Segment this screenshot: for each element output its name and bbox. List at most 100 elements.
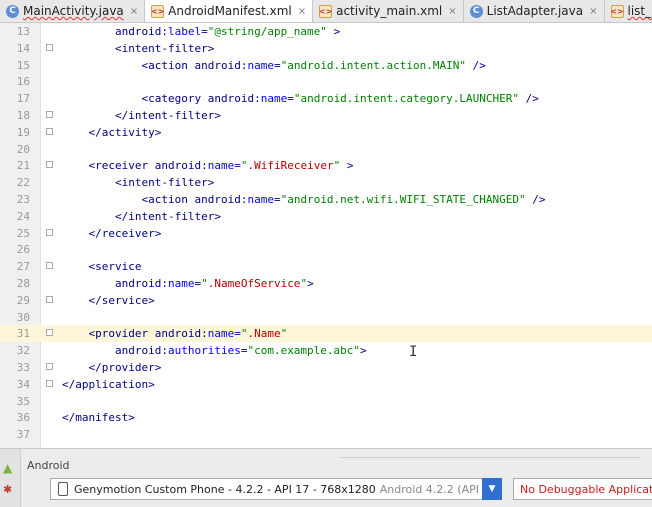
code-text: android:authorities="com.example.abc"> (62, 342, 367, 359)
close-tab-icon[interactable]: × (589, 6, 597, 17)
line-number: 14 (0, 40, 30, 57)
java-class-icon: C (470, 5, 483, 18)
code-text: <receiver android:name=".WifiReceiver" > (62, 157, 353, 174)
fold-marker-icon[interactable] (46, 363, 53, 370)
code-text: </activity> (62, 124, 161, 141)
code-text: </intent-filter> (62, 208, 221, 225)
panel-divider (340, 457, 640, 458)
editor-tab-bar: C MainActivity.java × <> AndroidManifest… (0, 0, 652, 23)
code-line[interactable]: 14 <intent-filter> (0, 40, 652, 57)
close-tab-icon[interactable]: × (298, 6, 306, 17)
code-line[interactable]: 27 <service (0, 258, 652, 275)
code-line[interactable]: 30 (0, 309, 652, 326)
fold-marker-icon[interactable] (46, 329, 53, 336)
fold-marker-icon[interactable] (46, 229, 53, 236)
line-number: 33 (0, 359, 30, 376)
tab-androidmanifest-xml[interactable]: <> AndroidManifest.xml × (145, 0, 313, 22)
code-line[interactable]: 21 <receiver android:name=".WifiReceiver… (0, 157, 652, 174)
code-line[interactable]: 24 </intent-filter> (0, 208, 652, 225)
fold-marker-icon[interactable] (46, 296, 53, 303)
code-line[interactable]: 13 android:label="@string/app_name" > (0, 23, 652, 40)
tab-listadapter-java[interactable]: C ListAdapter.java × (464, 0, 605, 22)
code-line[interactable]: 23 <action android:name="android.net.wif… (0, 191, 652, 208)
tab-label: list_ro (628, 4, 652, 18)
line-number: 35 (0, 393, 30, 410)
code-line[interactable]: 35 (0, 393, 652, 410)
code-text: <action android:name="android.intent.act… (62, 57, 486, 74)
line-number: 21 (0, 157, 30, 174)
code-line[interactable]: 25 </receiver> (0, 225, 652, 242)
fold-marker-icon[interactable] (46, 262, 53, 269)
close-tab-icon[interactable]: × (130, 6, 138, 17)
xml-file-icon: <> (319, 5, 332, 18)
code-line[interactable]: 34 </application> (0, 376, 652, 393)
code-line[interactable]: 28 android:name=".NameOfService"> (0, 275, 652, 292)
app-status: No Debuggable Applicatio (520, 483, 652, 496)
line-number: 26 (0, 241, 30, 258)
line-number: 36 (0, 409, 30, 426)
code-line[interactable]: 18 </intent-filter> (0, 107, 652, 124)
code-line[interactable]: 17 <category android:name="android.inten… (0, 90, 652, 107)
code-text: <service (62, 258, 141, 275)
fold-marker-icon[interactable] (46, 111, 53, 118)
line-number: 13 (0, 23, 30, 40)
debug-bug-icon[interactable]: ✱ (3, 484, 15, 496)
chevron-down-icon[interactable]: ▼ (482, 478, 502, 500)
line-number: 31 (0, 325, 30, 342)
tab-mainactivity-java[interactable]: C MainActivity.java × (0, 0, 145, 22)
code-text: </intent-filter> (62, 107, 221, 124)
android-icon[interactable]: ▲ (3, 462, 16, 475)
device-name: Genymotion Custom Phone - 4.2.2 - API 17… (74, 483, 376, 496)
code-text: <provider android:name=".Name" (62, 325, 287, 342)
line-number: 20 (0, 141, 30, 158)
application-select[interactable]: No Debuggable Applicatio (513, 478, 652, 500)
java-class-icon: C (6, 5, 19, 18)
fold-marker-icon[interactable] (46, 44, 53, 51)
line-number: 29 (0, 292, 30, 309)
tab-label: ListAdapter.java (487, 4, 583, 18)
code-text: <intent-filter> (62, 40, 214, 57)
tab-activity-main-xml[interactable]: <> activity_main.xml × (313, 0, 464, 22)
xml-file-icon: <> (151, 5, 164, 18)
fold-marker-icon[interactable] (46, 380, 53, 387)
line-number: 18 (0, 107, 30, 124)
code-line[interactable]: 36 </manifest> (0, 409, 652, 426)
line-number: 27 (0, 258, 30, 275)
code-text: </service> (62, 292, 155, 309)
code-line[interactable]: 33 </provider> (0, 359, 652, 376)
line-number: 19 (0, 124, 30, 141)
line-number: 25 (0, 225, 30, 242)
code-text: <category android:name="android.intent.c… (62, 90, 539, 107)
code-line[interactable]: 22 <intent-filter> (0, 174, 652, 191)
code-line[interactable]: 31 <provider android:name=".Name" (0, 325, 652, 342)
tab-label: MainActivity.java (23, 4, 124, 18)
device-select[interactable]: Genymotion Custom Phone - 4.2.2 - API 17… (50, 478, 502, 500)
code-line[interactable]: 20 (0, 141, 652, 158)
code-line[interactable]: 26 (0, 241, 652, 258)
close-tab-icon[interactable]: × (448, 6, 456, 17)
code-text: </manifest> (62, 409, 135, 426)
code-line[interactable]: 37 (0, 426, 652, 443)
line-number: 37 (0, 426, 30, 443)
phone-icon (58, 482, 68, 496)
line-number: 34 (0, 376, 30, 393)
tab-list-ro[interactable]: <> list_ro (605, 0, 652, 22)
code-line[interactable]: 16 (0, 73, 652, 90)
code-line[interactable]: 19 </activity> (0, 124, 652, 141)
code-line[interactable]: 29 </service> (0, 292, 652, 309)
tab-label: activity_main.xml (336, 4, 442, 18)
xml-file-icon: <> (611, 5, 624, 18)
android-panel-title: Android (27, 459, 70, 472)
code-text: android:name=".NameOfService"> (62, 275, 314, 292)
code-text: </application> (62, 376, 155, 393)
code-line[interactable]: 32 android:authorities="com.example.abc"… (0, 342, 652, 359)
fold-marker-icon[interactable] (46, 128, 53, 135)
line-number: 23 (0, 191, 30, 208)
code-text: </provider> (62, 359, 161, 376)
text-cursor-icon: I (409, 345, 415, 359)
code-text: </receiver> (62, 225, 161, 242)
code-line[interactable]: 15 <action android:name="android.intent.… (0, 57, 652, 74)
fold-marker-icon[interactable] (46, 161, 53, 168)
code-editor[interactable]: 13 android:label="@string/app_name" >14 … (0, 23, 652, 448)
line-number: 28 (0, 275, 30, 292)
